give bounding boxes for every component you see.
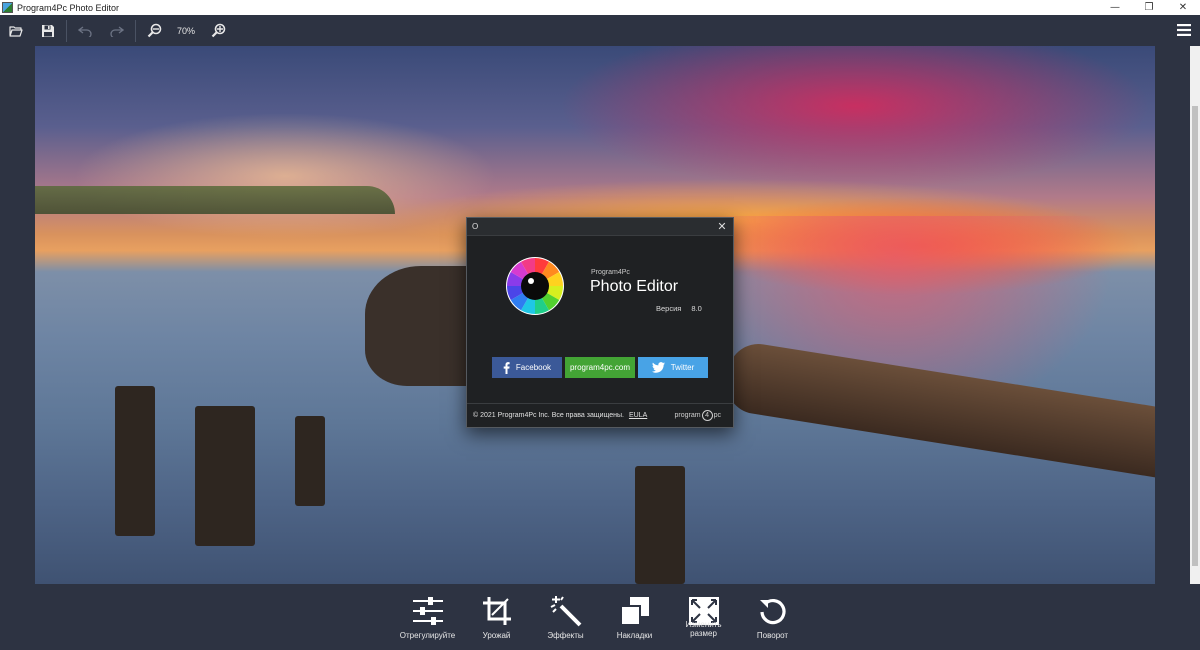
main-menu-button[interactable] xyxy=(1172,18,1196,42)
bottom-toolbar: Отрегулируйте Урожай Эффекты Накладки Из… xyxy=(0,584,1200,650)
tool-rotate[interactable]: Поворот xyxy=(738,594,807,640)
version-value: 8.0 xyxy=(691,304,702,313)
open-button[interactable] xyxy=(0,15,32,46)
dialog-title: О xyxy=(472,222,479,231)
dialog-titlebar: О ✕ xyxy=(467,218,733,236)
save-button[interactable] xyxy=(32,15,64,46)
zoom-in-button[interactable] xyxy=(202,15,234,46)
program4pc-logo: program 4 pc xyxy=(675,410,721,421)
magic-wand-icon xyxy=(550,596,581,627)
program4pc-logo-right: pc xyxy=(713,412,721,419)
tool-rotate-label: Поворот xyxy=(756,631,789,640)
tool-effects-label: Эффекты xyxy=(547,631,584,640)
tool-resize-label: Изменить размер xyxy=(685,620,722,638)
window-controls: — ❐ ✕ xyxy=(1098,0,1200,15)
dialog-close-button[interactable]: ✕ xyxy=(715,220,729,233)
tool-crop-label: Урожай xyxy=(482,631,511,640)
window-title: Program4Pc Photo Editor xyxy=(17,2,120,13)
scrollbar-thumb[interactable] xyxy=(1192,106,1198,566)
window-titlebar: Program4Pc Photo Editor — ❐ ✕ xyxy=(0,0,1200,15)
photo-stump xyxy=(195,406,255,546)
version-info: Версия 8.0 xyxy=(656,304,702,313)
copyright-text: © 2021 Program4Pc Inc. Все права защищен… xyxy=(473,412,624,419)
tool-resize[interactable]: Изменить размер xyxy=(669,594,738,638)
facebook-label: Facebook xyxy=(515,363,552,372)
program4pc-logo-left: program xyxy=(674,412,701,419)
close-window-button[interactable]: ✕ xyxy=(1166,0,1200,15)
facebook-button[interactable]: Facebook xyxy=(492,357,562,378)
tool-adjust[interactable]: Отрегулируйте xyxy=(393,594,462,640)
save-icon xyxy=(42,24,54,37)
redo-button[interactable] xyxy=(101,15,133,46)
website-button[interactable]: program4pc.com xyxy=(565,357,635,378)
version-label: Версия xyxy=(656,304,682,313)
program4pc-logo-digit: 4 xyxy=(701,410,713,421)
eula-link[interactable]: EULA xyxy=(629,412,647,419)
vertical-scrollbar[interactable] xyxy=(1190,46,1200,584)
app-icon xyxy=(2,2,13,13)
tool-crop[interactable]: Урожай xyxy=(462,594,531,640)
sliders-icon xyxy=(412,597,443,625)
zoom-level: 70% xyxy=(176,25,195,36)
tool-effects[interactable]: Эффекты xyxy=(531,594,600,640)
facebook-icon xyxy=(503,361,510,374)
toolbar-separator xyxy=(135,19,136,42)
tool-overlays-label: Накладки xyxy=(616,631,653,640)
hamburger-menu-icon xyxy=(1177,24,1191,36)
photo-stump xyxy=(295,416,325,506)
top-toolbar: 70% xyxy=(0,15,1200,46)
photo-editor-logo xyxy=(506,257,564,315)
tool-overlays[interactable]: Накладки xyxy=(600,594,669,640)
crop-icon xyxy=(482,597,511,625)
redo-icon xyxy=(110,25,124,37)
brand-company: Program4Pc xyxy=(591,269,630,276)
dialog-footer: © 2021 Program4Pc Inc. Все права защищен… xyxy=(467,403,733,427)
toolbar-separator xyxy=(66,19,67,42)
about-dialog: О ✕ Program4Pc Photo Editor Версия 8.0 F… xyxy=(466,217,734,428)
photo-shoreline xyxy=(35,186,395,214)
twitter-label: Twitter xyxy=(670,363,695,372)
overlay-icon xyxy=(619,597,649,626)
social-links: Facebook program4pc.com Twitter xyxy=(492,357,708,378)
zoom-out-button[interactable] xyxy=(138,15,170,46)
zoom-out-icon xyxy=(147,23,161,38)
minimize-button[interactable]: — xyxy=(1098,0,1132,15)
undo-icon xyxy=(78,25,92,37)
twitter-icon xyxy=(651,362,665,373)
twitter-button[interactable]: Twitter xyxy=(638,357,708,378)
brand-product-name: Photo Editor xyxy=(590,278,679,295)
photo-stump xyxy=(635,466,685,584)
folder-open-icon xyxy=(9,25,23,37)
photo-stump xyxy=(115,386,155,536)
zoom-in-icon xyxy=(211,23,225,38)
rotate-icon xyxy=(759,598,786,625)
website-label: program4pc.com xyxy=(569,363,631,372)
maximize-button[interactable]: ❐ xyxy=(1132,0,1166,15)
tool-adjust-label: Отрегулируйте xyxy=(399,631,456,640)
undo-button[interactable] xyxy=(69,15,101,46)
